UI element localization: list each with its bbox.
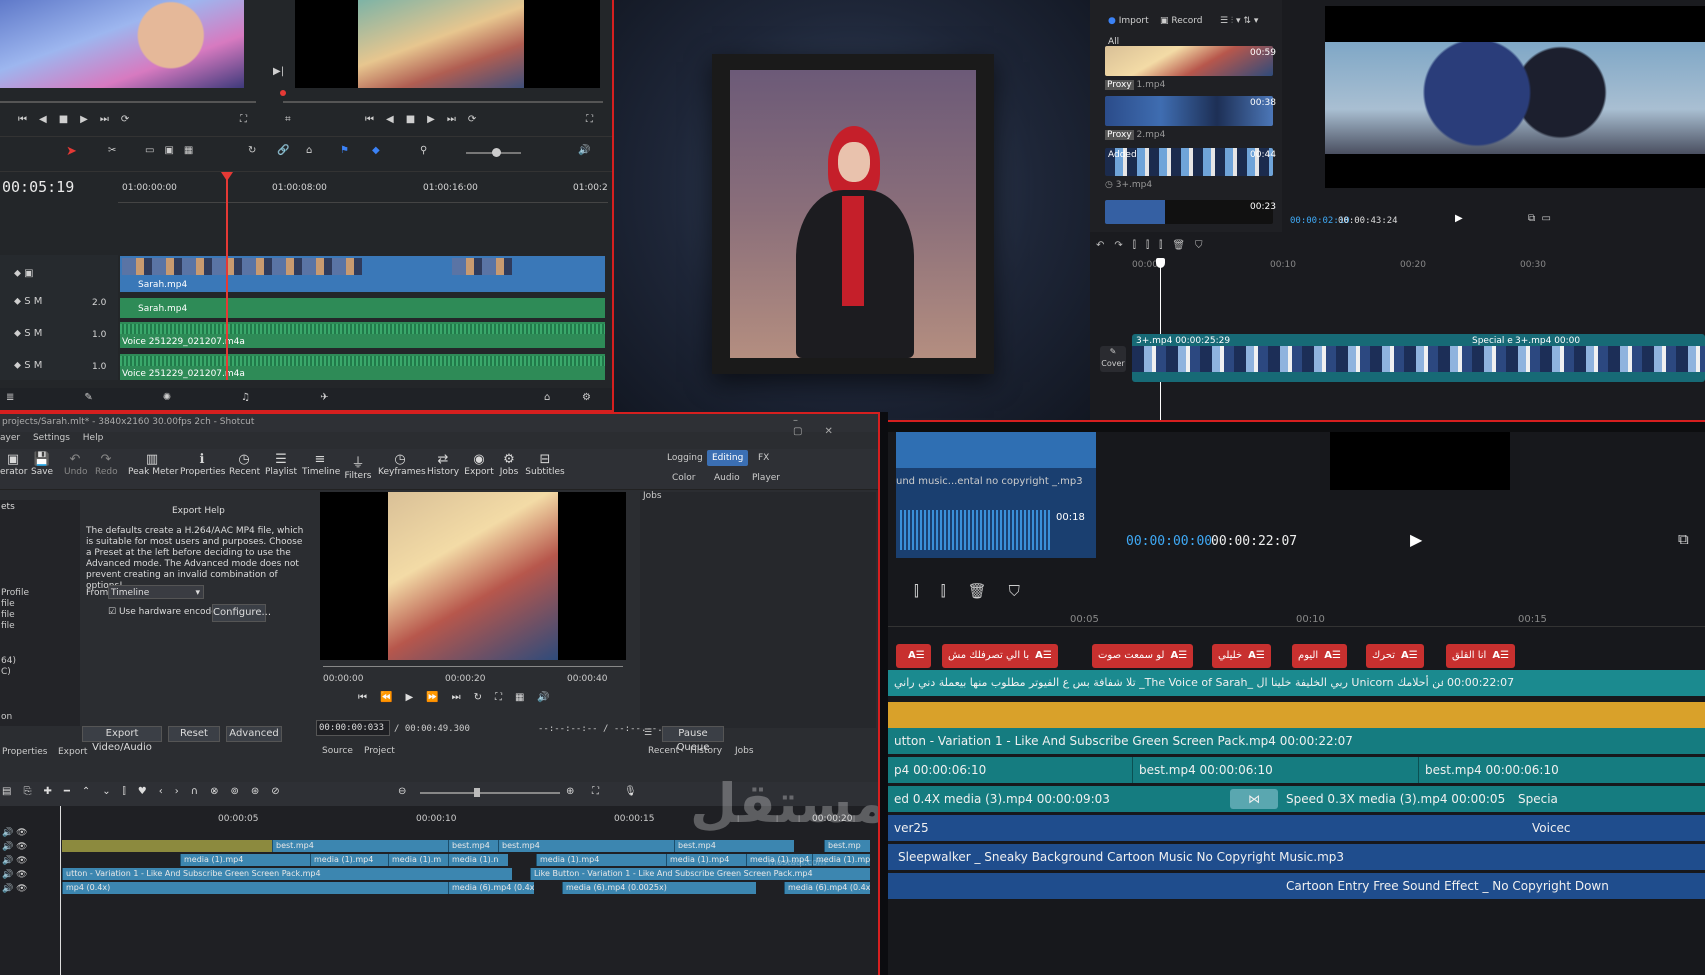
kdenlive-panel: ▶| ⏮◀■▶⏭⟳ ⛶ ⏮◀■▶⏭⟳ ⌗ ⛶ ➤ ✂ ▭▣▦ ↻ 🔗 ⌂ ⚑ ◆… [0, 0, 614, 412]
person-scarf [842, 196, 864, 306]
cover-button[interactable]: ✎ Cover [1100, 346, 1126, 372]
kdenlive-frame [0, 0, 614, 412]
player-preview [1325, 42, 1705, 154]
media-item-2-duration: 00:38 [1250, 98, 1276, 108]
media-item-2[interactable] [1105, 96, 1273, 126]
capcut-ruler-3: 00:30 [1520, 260, 1546, 270]
shotcut-panel: projects/Sarah.mlt* - 3840x2160 30.00fps… [0, 412, 880, 975]
media-item-3-duration: 00:44 [1250, 150, 1276, 160]
capcut-main-clip-strip [1132, 346, 1705, 372]
player-time-total: 00:00:43:24 [1338, 216, 1398, 226]
media-item-2-meta: Proxy 2.mp4 [1105, 130, 1166, 140]
player-play-icon[interactable]: ▶ [1455, 213, 1463, 224]
capcut-ruler-2: 00:20 [1400, 260, 1426, 270]
capcut-main-clip-label3: 3+.mp4 00:00 [1515, 336, 1581, 346]
capcut-main-clip-label: 3+.mp4 00:00:25:29 [1136, 336, 1231, 346]
media-item-1-meta: Proxy 1.mp4 [1105, 80, 1166, 90]
portrait-panel [614, 0, 1090, 420]
media-toolbar-icons[interactable]: ☰ ⫶ ▾ ⇅ ▾ [1220, 16, 1258, 26]
player-ratio-icons[interactable]: ⧉ ▭ [1528, 213, 1551, 224]
capcut-ruler-0: 00:00 [1132, 260, 1158, 270]
capcut-ruler-1: 00:10 [1270, 260, 1296, 270]
shotcut-frame [0, 412, 880, 975]
capcut-bottom-panel: und music...ental no copyright _.mp3 00:… [888, 420, 1705, 975]
capcut-bottom-frame [888, 420, 1705, 975]
import-button[interactable]: ● Import [1108, 16, 1149, 26]
record-button[interactable]: ▣ Record [1160, 16, 1202, 26]
media-item-3-badge: Added [1108, 150, 1137, 160]
media-item-3-meta: ◷ 3+.mp4 [1105, 180, 1153, 190]
capcut-timeline-toolbar[interactable]: ↶↷⫿⫿⫿🗑⛉ [1096, 240, 1213, 251]
capcut-top-playhead-head[interactable] [1156, 258, 1165, 268]
panel-divider [880, 412, 888, 975]
media-item-4-duration: 00:23 [1250, 202, 1276, 212]
person-face [838, 142, 870, 182]
capcut-main-clip-label2: Special e [1472, 336, 1513, 346]
media-item-4[interactable] [1105, 200, 1273, 224]
capcut-top-panel: ● Import ▣ Record ☰ ⫶ ▾ ⇅ ▾ All Proxy 1.… [1090, 0, 1705, 420]
media-item-1-duration: 00:59 [1250, 48, 1276, 58]
media-item-1[interactable] [1105, 46, 1273, 76]
